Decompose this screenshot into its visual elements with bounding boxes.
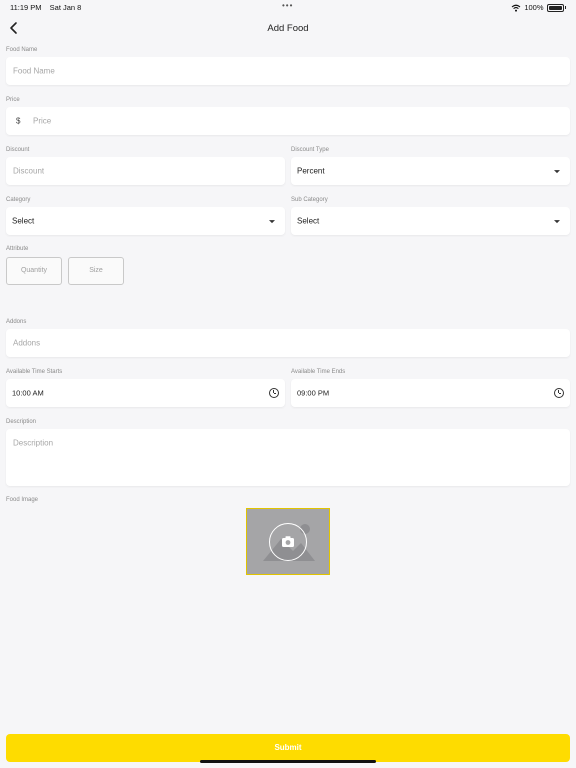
category-label: Category (6, 197, 31, 203)
price-input[interactable]: $ Price (6, 107, 570, 135)
food-image-upload[interactable] (246, 508, 330, 575)
time-start-label: Available Time Starts (6, 369, 63, 375)
time-start-value: 10:00 AM (12, 388, 44, 398)
status-left: 11:19 PM Sat Jan 8 (10, 3, 87, 12)
discount-type-select[interactable]: Percent (291, 157, 570, 185)
time-end-label: Available Time Ends (291, 369, 346, 375)
price-label: Price (6, 97, 20, 103)
battery-percent: 100% (524, 3, 544, 12)
food-name-label: Food Name (6, 47, 38, 53)
food-image-label: Food Image (6, 497, 39, 503)
sub-category-value: Select (297, 216, 320, 226)
chevron-down-icon (554, 220, 560, 224)
camera-icon (282, 536, 294, 547)
submit-button[interactable]: Submit (6, 734, 570, 762)
sub-category-select[interactable]: Select (291, 207, 570, 235)
chevron-down-icon (269, 220, 275, 224)
addons-placeholder: Addons (13, 338, 41, 348)
attribute-quantity-button[interactable]: Quantity (6, 257, 62, 285)
attribute-label: Attribute (6, 246, 29, 252)
wifi-icon (511, 4, 521, 12)
time-end-value: 09:00 PM (297, 388, 330, 398)
status-date: Sat Jan 8 (49, 3, 82, 12)
status-time: 11:19 PM (10, 3, 42, 12)
status-right: 100% (511, 3, 566, 12)
clock-icon (554, 388, 564, 398)
discount-type-label: Discount Type (291, 147, 329, 153)
addons-input[interactable]: Addons (6, 329, 570, 357)
sub-category-label: Sub Category (291, 197, 328, 203)
battery-tip (564, 6, 566, 9)
addons-label: Addons (6, 319, 27, 325)
food-name-placeholder: Food Name (13, 66, 55, 76)
clock-icon (269, 388, 279, 398)
discount-input[interactable]: Discount (6, 157, 285, 185)
time-start-picker[interactable]: 10:00 AM (6, 379, 285, 407)
page-title: Add Food (267, 23, 309, 34)
multitask-dots-icon[interactable]: ••• (282, 1, 293, 10)
food-name-input[interactable]: Food Name (6, 57, 570, 85)
time-end-picker[interactable]: 09:00 PM (291, 379, 570, 407)
category-select[interactable]: Select (6, 207, 285, 235)
camera-button[interactable] (269, 523, 307, 561)
category-value: Select (12, 216, 35, 226)
add-food-screen: 11:19 PM Sat Jan 8 ••• 100% Add Food Foo… (0, 0, 576, 768)
price-placeholder: Price (33, 116, 52, 126)
chevron-down-icon (554, 170, 560, 174)
discount-type-value: Percent (297, 166, 325, 176)
description-label: Description (6, 419, 37, 425)
status-bar: 11:19 PM Sat Jan 8 ••• 100% (0, 0, 576, 14)
discount-label: Discount (6, 147, 30, 153)
nav-bar: Add Food (0, 14, 576, 42)
discount-placeholder: Discount (13, 166, 45, 176)
currency-symbol: $ (16, 116, 21, 126)
description-placeholder: Description (13, 438, 54, 448)
battery-icon (546, 3, 564, 12)
description-textarea[interactable]: Description (6, 429, 570, 486)
home-indicator (200, 760, 376, 763)
attribute-size-button[interactable]: Size (68, 257, 124, 285)
